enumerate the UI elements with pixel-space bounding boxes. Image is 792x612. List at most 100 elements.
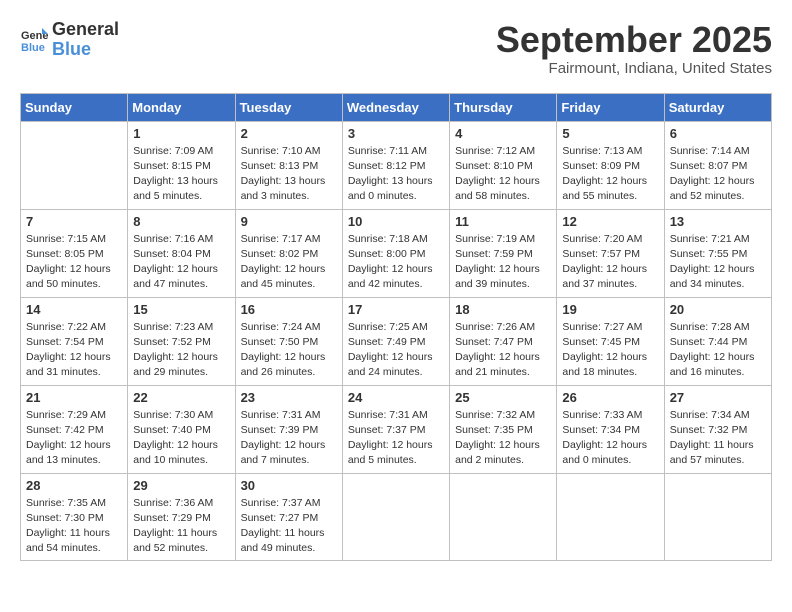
calendar-cell: 2 Sunrise: 7:10 AMSunset: 8:13 PMDaylight…: [235, 121, 342, 209]
day-number: 6: [670, 126, 766, 141]
day-number: 5: [562, 126, 658, 141]
day-info: Sunrise: 7:30 AMSunset: 7:40 PMDaylight:…: [133, 408, 229, 469]
calendar-cell: 22 Sunrise: 7:30 AMSunset: 7:40 PMDayligh…: [128, 385, 235, 473]
day-number: 23: [241, 390, 337, 405]
day-number: 8: [133, 214, 229, 229]
day-number: 11: [455, 214, 551, 229]
day-number: 1: [133, 126, 229, 141]
calendar-week-row: 21Sunrise: 7:29 AMSunset: 7:42 PMDayligh…: [21, 385, 772, 473]
day-number: 18: [455, 302, 551, 317]
calendar-cell: [342, 473, 449, 561]
calendar-cell: 30 Sunrise: 7:37 AMSunset: 7:27 PMDayligh…: [235, 473, 342, 561]
calendar-week-row: 1 Sunrise: 7:09 AMSunset: 8:15 PMDaylight…: [21, 121, 772, 209]
calendar-cell: 16Sunrise: 7:24 AMSunset: 7:50 PMDayligh…: [235, 297, 342, 385]
calendar-week-row: 7Sunrise: 7:15 AMSunset: 8:05 PMDaylight…: [21, 209, 772, 297]
day-info: Sunrise: 7:23 AMSunset: 7:52 PMDaylight:…: [133, 320, 229, 381]
day-number: 4: [455, 126, 551, 141]
day-info: Sunrise: 7:31 AMSunset: 7:39 PMDaylight:…: [241, 408, 337, 469]
calendar-cell: 25Sunrise: 7:32 AMSunset: 7:35 PMDayligh…: [450, 385, 557, 473]
calendar-cell: 24 Sunrise: 7:31 AMSunset: 7:37 PMDayligh…: [342, 385, 449, 473]
day-number: 9: [241, 214, 337, 229]
calendar-week-row: 28 Sunrise: 7:35 AMSunset: 7:30 PMDayligh…: [21, 473, 772, 561]
day-number: 30: [241, 478, 337, 493]
day-info: Sunrise: 7:18 AMSunset: 8:00 PMDaylight:…: [348, 232, 444, 293]
day-number: 27: [670, 390, 766, 405]
day-info: Sunrise: 7:32 AMSunset: 7:35 PMDaylight:…: [455, 408, 551, 469]
calendar-cell: 23 Sunrise: 7:31 AMSunset: 7:39 PMDayligh…: [235, 385, 342, 473]
calendar-cell: 11 Sunrise: 7:19 AMSunset: 7:59 PMDayligh…: [450, 209, 557, 297]
calendar-cell: 26Sunrise: 7:33 AMSunset: 7:34 PMDayligh…: [557, 385, 664, 473]
calendar-cell: 4 Sunrise: 7:12 AMSunset: 8:10 PMDaylight…: [450, 121, 557, 209]
weekday-header-sunday: Sunday: [21, 93, 128, 121]
calendar-cell: 18 Sunrise: 7:26 AMSunset: 7:47 PMDayligh…: [450, 297, 557, 385]
day-number: 2: [241, 126, 337, 141]
day-number: 14: [26, 302, 122, 317]
weekday-header-wednesday: Wednesday: [342, 93, 449, 121]
calendar-cell: 10 Sunrise: 7:18 AMSunset: 8:00 PMDayligh…: [342, 209, 449, 297]
day-number: 15: [133, 302, 229, 317]
day-info: Sunrise: 7:14 AMSunset: 8:07 PMDaylight:…: [670, 144, 766, 205]
calendar-cell: 28 Sunrise: 7:35 AMSunset: 7:30 PMDayligh…: [21, 473, 128, 561]
day-info: Sunrise: 7:15 AMSunset: 8:05 PMDaylight:…: [26, 232, 122, 293]
day-info: Sunrise: 7:20 AMSunset: 7:57 PMDaylight:…: [562, 232, 658, 293]
weekday-header-tuesday: Tuesday: [235, 93, 342, 121]
day-info: Sunrise: 7:17 AMSunset: 8:02 PMDaylight:…: [241, 232, 337, 293]
svg-text:Blue: Blue: [21, 42, 45, 54]
calendar-cell: 27 Sunrise: 7:34 AMSunset: 7:32 PMDayligh…: [664, 385, 771, 473]
calendar-cell: [664, 473, 771, 561]
day-number: 3: [348, 126, 444, 141]
title-block: September 2025 Fairmount, Indiana, Unite…: [496, 20, 772, 77]
calendar-cell: 17 Sunrise: 7:25 AMSunset: 7:49 PMDayligh…: [342, 297, 449, 385]
day-info: Sunrise: 7:24 AMSunset: 7:50 PMDaylight:…: [241, 320, 337, 381]
day-info: Sunrise: 7:37 AMSunset: 7:27 PMDaylight:…: [241, 496, 337, 557]
day-info: Sunrise: 7:31 AMSunset: 7:37 PMDaylight:…: [348, 408, 444, 469]
calendar-cell: [450, 473, 557, 561]
month-title: September 2025: [496, 20, 772, 60]
day-info: Sunrise: 7:33 AMSunset: 7:34 PMDaylight:…: [562, 408, 658, 469]
day-number: 22: [133, 390, 229, 405]
day-info: Sunrise: 7:35 AMSunset: 7:30 PMDaylight:…: [26, 496, 122, 557]
day-info: Sunrise: 7:10 AMSunset: 8:13 PMDaylight:…: [241, 144, 337, 205]
day-number: 12: [562, 214, 658, 229]
calendar-cell: 19 Sunrise: 7:27 AMSunset: 7:45 PMDayligh…: [557, 297, 664, 385]
day-info: Sunrise: 7:16 AMSunset: 8:04 PMDaylight:…: [133, 232, 229, 293]
day-number: 24: [348, 390, 444, 405]
calendar-cell: [21, 121, 128, 209]
calendar-cell: 12 Sunrise: 7:20 AMSunset: 7:57 PMDayligh…: [557, 209, 664, 297]
day-info: Sunrise: 7:13 AMSunset: 8:09 PMDaylight:…: [562, 144, 658, 205]
logo: General Blue General Blue: [20, 20, 119, 60]
day-number: 20: [670, 302, 766, 317]
day-info: Sunrise: 7:27 AMSunset: 7:45 PMDaylight:…: [562, 320, 658, 381]
day-info: Sunrise: 7:09 AMSunset: 8:15 PMDaylight:…: [133, 144, 229, 205]
location-text: Fairmount, Indiana, United States: [496, 60, 772, 77]
day-number: 13: [670, 214, 766, 229]
calendar-cell: 8 Sunrise: 7:16 AMSunset: 8:04 PMDaylight…: [128, 209, 235, 297]
calendar-cell: 7Sunrise: 7:15 AMSunset: 8:05 PMDaylight…: [21, 209, 128, 297]
day-info: Sunrise: 7:34 AMSunset: 7:32 PMDaylight:…: [670, 408, 766, 469]
calendar-cell: 20Sunrise: 7:28 AMSunset: 7:44 PMDayligh…: [664, 297, 771, 385]
day-number: 28: [26, 478, 122, 493]
day-info: Sunrise: 7:29 AMSunset: 7:42 PMDaylight:…: [26, 408, 122, 469]
calendar-cell: 6 Sunrise: 7:14 AMSunset: 8:07 PMDaylight…: [664, 121, 771, 209]
day-number: 10: [348, 214, 444, 229]
day-number: 29: [133, 478, 229, 493]
calendar-cell: [557, 473, 664, 561]
day-info: Sunrise: 7:11 AMSunset: 8:12 PMDaylight:…: [348, 144, 444, 205]
calendar-cell: 15 Sunrise: 7:23 AMSunset: 7:52 PMDayligh…: [128, 297, 235, 385]
calendar-table: SundayMondayTuesdayWednesdayThursdayFrid…: [20, 93, 772, 562]
calendar-cell: 1 Sunrise: 7:09 AMSunset: 8:15 PMDaylight…: [128, 121, 235, 209]
day-number: 19: [562, 302, 658, 317]
calendar-cell: 29Sunrise: 7:36 AMSunset: 7:29 PMDayligh…: [128, 473, 235, 561]
day-info: Sunrise: 7:19 AMSunset: 7:59 PMDaylight:…: [455, 232, 551, 293]
weekday-header-monday: Monday: [128, 93, 235, 121]
calendar-cell: 9 Sunrise: 7:17 AMSunset: 8:02 PMDaylight…: [235, 209, 342, 297]
calendar-cell: 5 Sunrise: 7:13 AMSunset: 8:09 PMDaylight…: [557, 121, 664, 209]
day-number: 17: [348, 302, 444, 317]
day-info: Sunrise: 7:26 AMSunset: 7:47 PMDaylight:…: [455, 320, 551, 381]
logo-icon: General Blue: [20, 26, 48, 54]
day-info: Sunrise: 7:21 AMSunset: 7:55 PMDaylight:…: [670, 232, 766, 293]
calendar-week-row: 14 Sunrise: 7:22 AMSunset: 7:54 PMDayligh…: [21, 297, 772, 385]
day-info: Sunrise: 7:22 AMSunset: 7:54 PMDaylight:…: [26, 320, 122, 381]
day-info: Sunrise: 7:12 AMSunset: 8:10 PMDaylight:…: [455, 144, 551, 205]
day-info: Sunrise: 7:25 AMSunset: 7:49 PMDaylight:…: [348, 320, 444, 381]
